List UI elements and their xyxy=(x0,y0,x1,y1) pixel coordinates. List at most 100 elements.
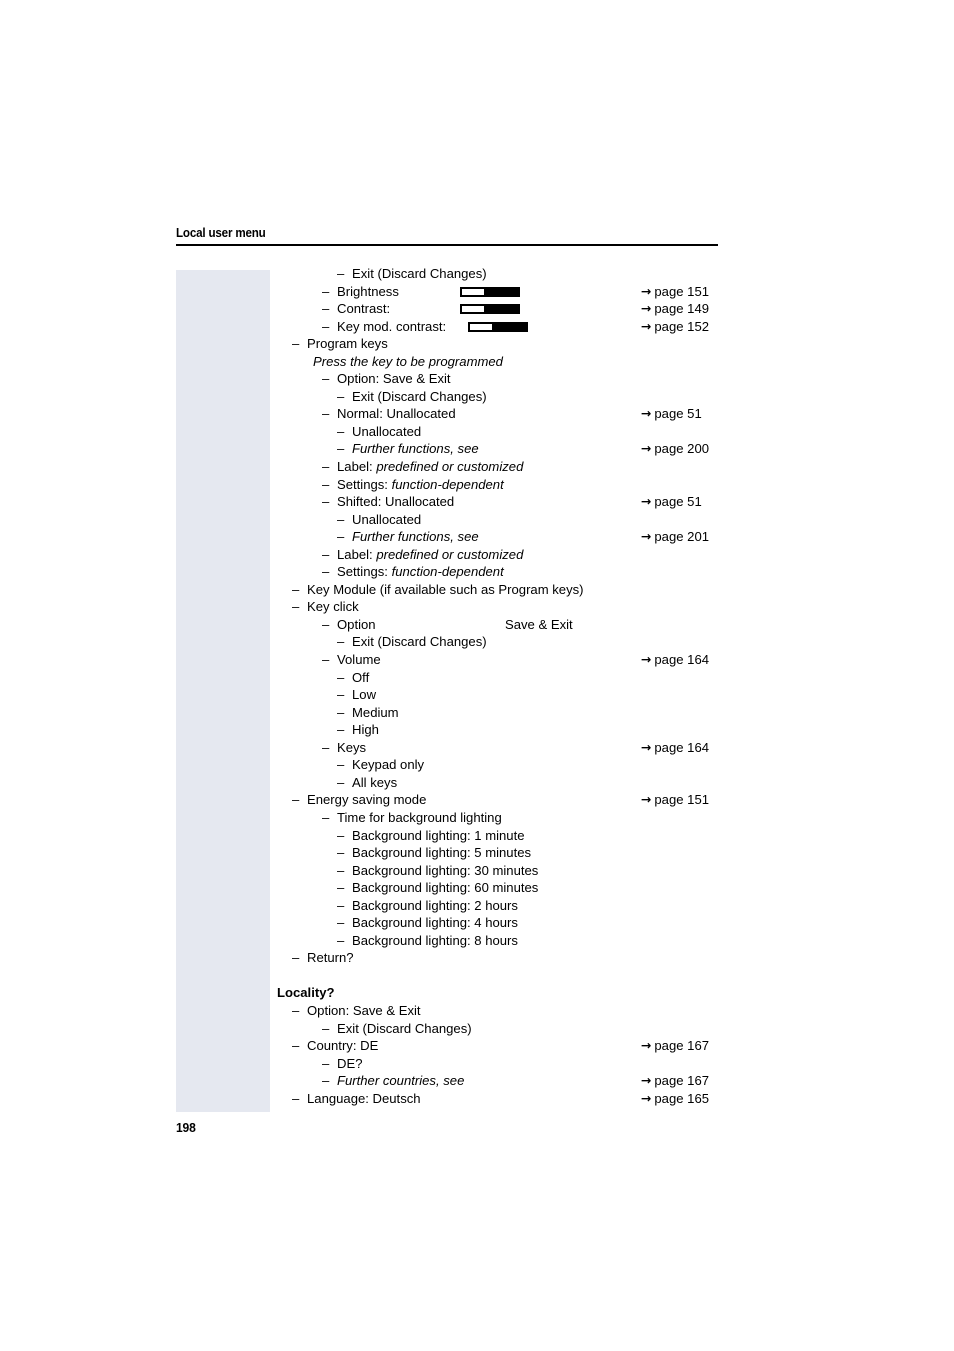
page-cross-reference[interactable]: → page 151 xyxy=(641,791,709,809)
right-arrow-icon: → xyxy=(641,739,652,755)
page-cross-reference[interactable]: → page 164 xyxy=(641,651,709,669)
dash-bullet-icon: – xyxy=(337,634,345,650)
dash-bullet-icon: – xyxy=(337,932,345,948)
outline-item-label-plain: Settings: xyxy=(337,564,392,580)
outline-item: – Key click xyxy=(0,598,954,616)
outline-item-label: Contrast: xyxy=(337,301,391,317)
outline-item-label: Option: Save & Exit xyxy=(337,371,451,387)
dash-bullet-icon: – xyxy=(337,880,345,896)
outline-item: – Option: Save & Exit xyxy=(0,1002,954,1020)
dash-bullet-icon: – xyxy=(337,915,345,931)
page-cross-reference-label: page 164 xyxy=(654,739,710,755)
outline-item: – Background lighting: 5 minutes xyxy=(0,844,954,862)
outline-item-label: Further countries, see xyxy=(337,1073,465,1089)
document-page: Local user menu – Exit (Discard Changes) –… xyxy=(0,0,954,1351)
page-cross-reference[interactable]: → page 164 xyxy=(641,739,709,757)
outline-item-label: Background lighting: 60 minutes xyxy=(352,880,539,896)
page-cross-reference[interactable]: → page 51 xyxy=(641,493,702,511)
outline-item-label: Off xyxy=(352,669,370,685)
level-slider-indicator xyxy=(468,321,528,332)
outline-item: – Key Module (if available such as Progra… xyxy=(0,581,954,599)
outline-item-label: Background lighting: 1 minute xyxy=(352,827,525,843)
dash-bullet-icon: – xyxy=(322,283,330,299)
page-cross-reference[interactable]: → page 165 xyxy=(641,1090,709,1108)
outline-item-label: Keypad only xyxy=(352,757,425,773)
page-cross-reference[interactable]: → page 200 xyxy=(641,440,709,458)
outline-item: – Unallocated xyxy=(0,423,954,441)
outline-item-label: Brightness xyxy=(337,283,399,299)
dash-bullet-icon: – xyxy=(292,1038,300,1054)
page-cross-reference-label: page 51 xyxy=(654,494,702,510)
outline-item-label: Option: Save & Exit xyxy=(307,1002,421,1018)
page-cross-reference[interactable]: → page 167 xyxy=(641,1037,709,1055)
dash-bullet-icon: – xyxy=(322,406,330,422)
outline-item: – Volume → page 164 xyxy=(0,651,954,669)
outline-item: – Background lighting: 1 minute xyxy=(0,827,954,845)
dash-bullet-icon: – xyxy=(292,336,300,352)
outline-item-label: Program keys xyxy=(307,336,388,352)
dash-bullet-icon: – xyxy=(337,511,345,527)
dash-bullet-icon: – xyxy=(337,388,345,404)
outline-item: – Exit (Discard Changes) xyxy=(0,265,954,283)
outline-item-value: Save & Exit xyxy=(505,616,573,632)
dash-bullet-icon: – xyxy=(322,564,330,580)
outline-item-label: DE? xyxy=(337,1055,363,1071)
outline-item: – Keypad only xyxy=(0,756,954,774)
outline-item: – Background lighting: 2 hours xyxy=(0,897,954,915)
dash-bullet-icon: – xyxy=(292,792,300,808)
outline-item-label-value: predefined or customized xyxy=(376,546,524,562)
outline-item-label: Key mod. contrast: xyxy=(337,318,447,334)
dash-bullet-icon: – xyxy=(322,318,330,334)
page-cross-reference[interactable]: → page 201 xyxy=(641,528,709,546)
outline-item-label: Energy saving mode xyxy=(307,792,427,808)
outline-item: – High xyxy=(0,721,954,739)
dash-bullet-icon: – xyxy=(337,441,345,457)
outline-item-label: Locality? xyxy=(277,985,335,1001)
outline-item: – Background lighting: 60 minutes xyxy=(0,879,954,897)
dash-bullet-icon: – xyxy=(337,669,345,685)
page-cross-reference[interactable]: → page 152 xyxy=(641,318,709,336)
outline-item: – Brightness → page 151 xyxy=(0,283,954,301)
right-arrow-icon: → xyxy=(641,791,652,807)
outline-section-heading: Locality? xyxy=(0,984,954,1002)
outline-item: – Exit (Discard Changes) xyxy=(0,388,954,406)
running-head-title: Local user menu xyxy=(176,226,266,240)
dash-bullet-icon: – xyxy=(322,652,330,668)
outline-item: – Program keys xyxy=(0,335,954,353)
outline-item-label: Time for background lighting xyxy=(337,809,502,825)
outline-item-label: Label: predefined or customized xyxy=(337,458,523,476)
dash-bullet-icon: – xyxy=(337,423,345,439)
page-cross-reference[interactable]: → page 149 xyxy=(641,300,709,318)
running-head: Local user menu xyxy=(176,226,718,240)
dash-bullet-icon: – xyxy=(337,529,345,545)
outline-item-label: Language: Deutsch xyxy=(307,1090,421,1106)
outline-item-label: Further functions, see xyxy=(352,441,479,457)
outline-item-label: Background lighting: 5 minutes xyxy=(352,845,532,861)
outline-item-label-plain: Settings: xyxy=(337,476,392,492)
dash-bullet-icon: – xyxy=(322,301,330,317)
menu-outline-list: – Exit (Discard Changes) – Brightness → page … xyxy=(0,265,954,1107)
dash-bullet-icon: – xyxy=(322,739,330,755)
outline-item: – Language: Deutsch → page 165 xyxy=(0,1090,954,1108)
outline-item: – Shifted: Unallocated → page 51 xyxy=(0,493,954,511)
page-cross-reference[interactable]: → page 167 xyxy=(641,1072,709,1090)
outline-item: – Exit (Discard Changes) xyxy=(0,633,954,651)
right-arrow-icon: → xyxy=(641,1037,652,1053)
dash-bullet-icon: – xyxy=(322,616,330,632)
right-arrow-icon: → xyxy=(641,1090,652,1106)
outline-item: – Medium xyxy=(0,704,954,722)
outline-item-label: Exit (Discard Changes) xyxy=(352,266,487,281)
dash-bullet-icon: – xyxy=(322,459,330,475)
dash-bullet-icon: – xyxy=(337,827,345,843)
outline-item-label: All keys xyxy=(352,774,398,790)
page-cross-reference-label: page 151 xyxy=(654,792,710,808)
outline-item: – Country: DE → page 167 xyxy=(0,1037,954,1055)
dash-bullet-icon: – xyxy=(337,757,345,773)
page-cross-reference[interactable]: → page 151 xyxy=(641,283,709,301)
outline-item: – Label: predefined or customized xyxy=(0,546,954,564)
outline-item-label: Return? xyxy=(307,950,354,966)
page-cross-reference[interactable]: → page 51 xyxy=(641,405,702,423)
outline-item-label: Background lighting: 8 hours xyxy=(352,932,518,948)
dash-bullet-icon: – xyxy=(337,862,345,878)
outline-item-label: Country: DE xyxy=(307,1038,379,1054)
